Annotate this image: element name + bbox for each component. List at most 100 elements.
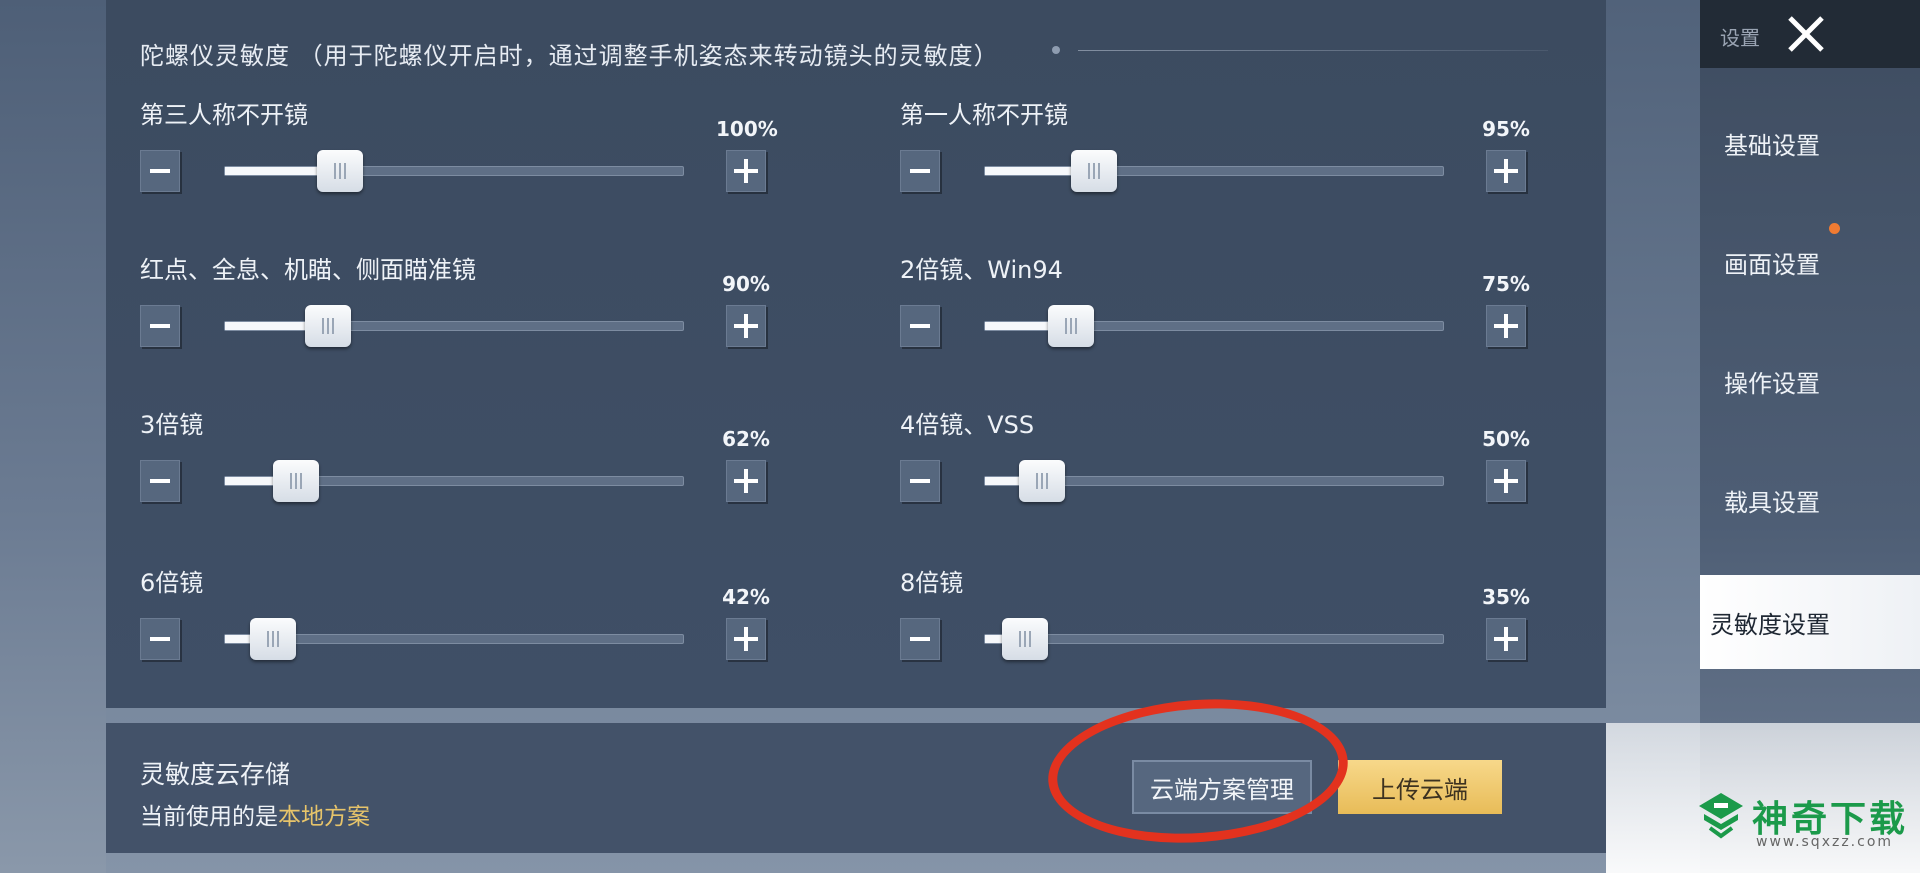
slider-percent: 35% <box>1482 585 1530 609</box>
sensitivity-slider-row: 红点、全息、机瞄、侧面瞄准镜 90% <box>106 250 786 370</box>
slider-label: 4倍镜、VSS <box>900 411 1035 439</box>
close-button[interactable] <box>1782 10 1830 58</box>
grip-line-icon <box>332 318 335 334</box>
slider-label: 6倍镜 <box>140 569 204 597</box>
grip-line-icon <box>1036 473 1039 489</box>
notification-dot <box>1829 223 1840 234</box>
decrease-button[interactable] <box>900 305 940 347</box>
decrease-button[interactable] <box>140 618 180 660</box>
increase-button[interactable] <box>1486 618 1526 660</box>
sensitivity-slider-row: 3倍镜 62% <box>106 405 786 525</box>
cloud-storage-bar: 灵敏度云存储 当前使用的是本地方案 云端方案管理 上传云端 <box>106 723 1606 853</box>
decrease-button[interactable] <box>900 618 940 660</box>
minus-icon <box>910 324 930 328</box>
increase-button[interactable] <box>1486 305 1526 347</box>
plus-icon <box>734 469 758 493</box>
header-divider-dot <box>1052 46 1060 54</box>
minus-icon <box>150 637 170 641</box>
grip-line-icon <box>1069 318 1072 334</box>
slider-label: 3倍镜 <box>140 411 204 439</box>
slider-thumb[interactable] <box>1070 150 1117 192</box>
slider-label: 红点、全息、机瞄、侧面瞄准镜 <box>140 256 476 284</box>
grip-line-icon <box>1046 473 1049 489</box>
grip-line-icon <box>1092 163 1095 179</box>
decrease-button[interactable] <box>140 305 180 347</box>
minus-icon <box>150 324 170 328</box>
sensitivity-slider-row: 第三人称不开镜 100% <box>106 95 786 215</box>
grip-line-icon <box>1029 631 1032 647</box>
slider-percent: 62% <box>722 427 770 451</box>
slider-track[interactable] <box>224 305 684 347</box>
header-divider-line <box>1078 50 1548 51</box>
slider-track[interactable] <box>984 618 1444 660</box>
slider-track[interactable] <box>984 460 1444 502</box>
decrease-button[interactable] <box>140 460 180 502</box>
grip-line-icon <box>294 473 297 489</box>
plus-icon <box>734 314 758 338</box>
slider-track[interactable] <box>224 618 684 660</box>
slider-track[interactable] <box>224 460 684 502</box>
sidebar-item-controls[interactable]: 操作设置 <box>1700 335 1920 427</box>
cloud-storage-title: 灵敏度云存储 <box>140 760 291 789</box>
status-prefix: 当前使用的是 <box>140 804 278 830</box>
slider-label: 8倍镜 <box>900 569 964 597</box>
slider-label: 第三人称不开镜 <box>140 101 308 129</box>
slider-thumb[interactable] <box>316 150 363 192</box>
sensitivity-panel: 陀螺仪灵敏度 （用于陀螺仪开启时，通过调整手机姿态来转动镜头的灵敏度） 第三人称… <box>106 0 1606 708</box>
increase-button[interactable] <box>1486 460 1526 502</box>
slider-thumb[interactable] <box>1019 460 1066 502</box>
background <box>0 0 106 873</box>
plus-icon <box>734 159 758 183</box>
decrease-button[interactable] <box>140 150 180 192</box>
minus-icon <box>150 479 170 483</box>
increase-button[interactable] <box>726 618 766 660</box>
grip-line-icon <box>1019 631 1022 647</box>
slider-percent: 50% <box>1482 427 1530 451</box>
grip-line-icon <box>272 631 275 647</box>
grip-line-icon <box>327 318 330 334</box>
decrease-button[interactable] <box>900 460 940 502</box>
sensitivity-slider-row: 2倍镜、Win94 75% <box>866 250 1546 370</box>
grip-line-icon <box>1041 473 1044 489</box>
minus-icon <box>910 479 930 483</box>
slider-label: 2倍镜、Win94 <box>900 256 1063 284</box>
increase-button[interactable] <box>1486 150 1526 192</box>
grip-line-icon <box>343 163 346 179</box>
decrease-button[interactable] <box>900 150 940 192</box>
plus-icon <box>734 627 758 651</box>
watermark-url: www.sqxzz.com <box>1756 834 1894 850</box>
grip-line-icon <box>277 631 280 647</box>
sidebar-item-vehicle[interactable]: 载具设置 <box>1700 454 1920 546</box>
upload-cloud-button[interactable]: 上传云端 <box>1338 760 1502 814</box>
sidebar-item-sensitivity[interactable]: 灵敏度设置 <box>1700 575 1920 669</box>
slider-track[interactable] <box>984 305 1444 347</box>
grip-line-icon <box>267 631 270 647</box>
sensitivity-slider-row: 8倍镜 35% <box>866 563 1546 683</box>
minus-icon <box>150 169 170 173</box>
status-value: 本地方案 <box>278 804 370 830</box>
plus-icon <box>1494 159 1518 183</box>
increase-button[interactable] <box>726 460 766 502</box>
slider-label: 第一人称不开镜 <box>900 101 1068 129</box>
settings-title: 设置 <box>1720 26 1760 50</box>
slider-percent: 100% <box>716 117 778 141</box>
grip-line-icon <box>299 473 302 489</box>
slider-track[interactable] <box>224 150 684 192</box>
close-icon <box>1788 16 1824 52</box>
slider-thumb[interactable] <box>1047 305 1094 347</box>
plus-icon <box>1494 469 1518 493</box>
slider-track[interactable] <box>984 150 1444 192</box>
slider-thumb[interactable] <box>1002 618 1049 660</box>
increase-button[interactable] <box>726 150 766 192</box>
increase-button[interactable] <box>726 305 766 347</box>
cloud-storage-status: 当前使用的是本地方案 <box>140 797 370 831</box>
slider-percent: 95% <box>1482 117 1530 141</box>
slider-percent: 75% <box>1482 272 1530 296</box>
slider-thumb[interactable] <box>305 305 352 347</box>
slider-thumb[interactable] <box>272 460 319 502</box>
slider-thumb[interactable] <box>250 618 297 660</box>
sensitivity-slider-row: 4倍镜、VSS 50% <box>866 405 1546 525</box>
sensitivity-slider-row: 第一人称不开镜 95% <box>866 95 1546 215</box>
sidebar-item-basic[interactable]: 基础设置 <box>1700 97 1920 189</box>
sidebar-item-graphics[interactable]: 画面设置 <box>1700 216 1920 308</box>
